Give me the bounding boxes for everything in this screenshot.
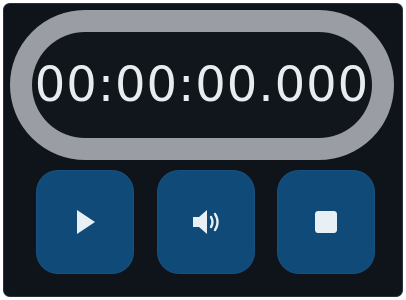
stop-icon: [315, 211, 337, 233]
sound-button[interactable]: [157, 170, 255, 274]
volume-icon: [193, 210, 219, 234]
stopwatch-widget: 00:00:00.000: [4, 4, 402, 296]
play-button[interactable]: [36, 170, 134, 274]
time-display: 00:00:00.000: [10, 10, 394, 160]
play-icon: [77, 210, 95, 234]
time-readout: 00:00:00.000: [34, 57, 370, 113]
stop-button[interactable]: [277, 170, 375, 274]
